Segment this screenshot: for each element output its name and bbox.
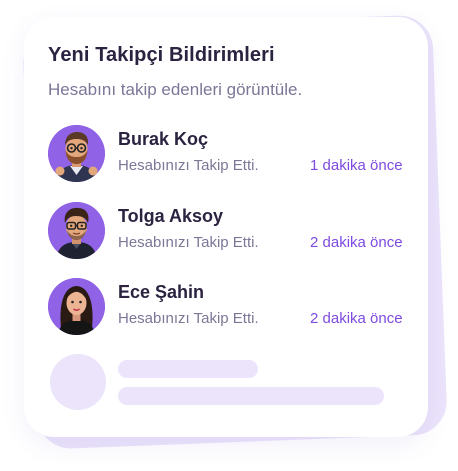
avatar-woman-icon (48, 278, 105, 335)
card-title: Yeni Takipçi Bildirimleri (48, 44, 275, 66)
follow-action-text: Hesabınızı Takip Etti. (118, 157, 259, 174)
avatar-man-beard-glasses-icon (48, 125, 105, 182)
follow-time-text: 2 dakika önce (310, 310, 403, 327)
follow-time-text: 2 dakika önce (310, 234, 403, 251)
follow-action-text: Hesabınızı Takip Etti. (118, 234, 259, 251)
follower-name: Ece Şahin (118, 282, 205, 302)
follower-name: Tolga Aksoy (118, 206, 224, 226)
skeleton-line (118, 360, 258, 378)
notification-item[interactable]: Tolga Aksoy Hesabınızı Takip Etti. 2 dak… (48, 202, 418, 262)
stage: Yeni Takipçi Bildirimleri Hesabını takip… (0, 0, 458, 471)
notification-item[interactable]: Ece Şahin Hesabınızı Takip Etti. 2 dakik… (48, 278, 418, 338)
follow-time-text: 1 dakika önce (310, 157, 403, 174)
skeleton-line (118, 387, 384, 405)
notification-card: Yeni Takipçi Bildirimleri Hesabını takip… (24, 17, 428, 437)
card-subtitle: Hesabını takip edenleri görüntüle. (48, 80, 303, 99)
follow-action-text: Hesabınızı Takip Etti. (118, 310, 259, 327)
avatar-man-glasses-icon (48, 202, 105, 259)
follower-name: Burak Koç (118, 129, 209, 149)
notification-item[interactable]: Burak Koç Hesabınızı Takip Etti. 1 dakik… (48, 125, 418, 185)
skeleton-avatar (50, 354, 106, 410)
